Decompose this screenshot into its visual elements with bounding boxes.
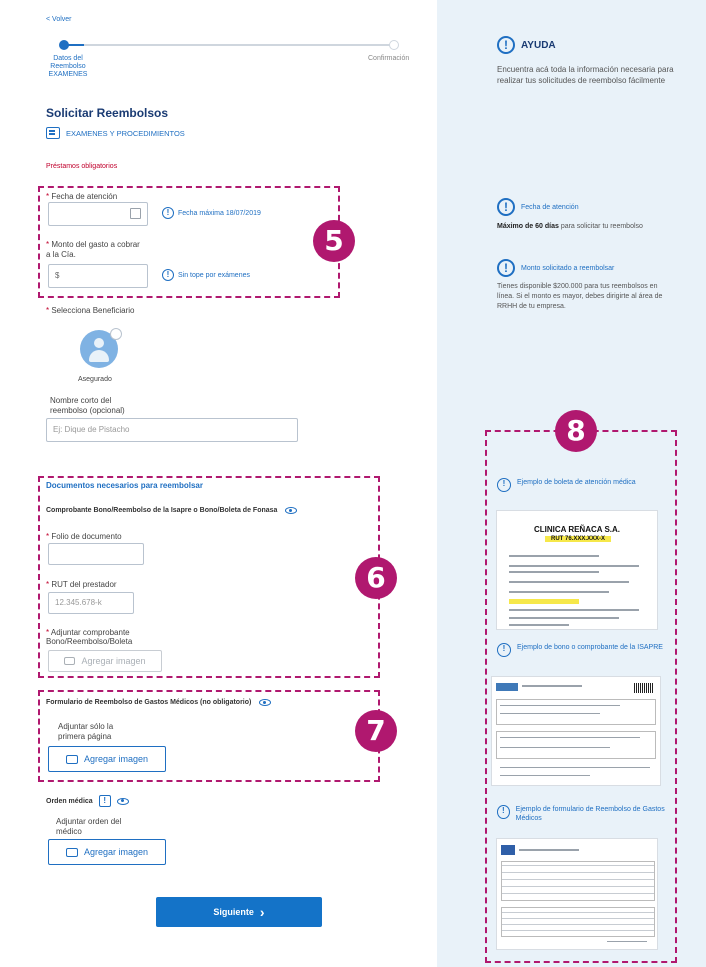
- help-fecha-title: Fecha de atención: [521, 203, 579, 211]
- orden-attach-label: Adjuntar orden del médico: [56, 817, 122, 836]
- stepper-line: [64, 44, 394, 46]
- help-icon: !: [497, 36, 515, 54]
- annotation-box-8: [485, 430, 677, 963]
- help-monto-title: Monto solicitado a reembolsar: [521, 264, 615, 272]
- eye-icon[interactable]: [116, 797, 129, 805]
- help-monto-header: ! Monto solicitado a reembolsar: [497, 259, 614, 277]
- help-fecha-text: Máximo de 60 días para solicitar tu reem…: [497, 223, 643, 230]
- help-header: ! AYUDA: [497, 36, 556, 54]
- step2-dot[interactable]: [389, 40, 399, 50]
- step1-dot[interactable]: [59, 40, 69, 50]
- help-title: AYUDA: [521, 39, 556, 51]
- check-icon: [110, 328, 122, 340]
- help-intro: Encuentra acá toda la información necesa…: [497, 65, 674, 85]
- page-title: Solicitar Reembolsos: [46, 106, 169, 120]
- back-link[interactable]: < Volver: [46, 16, 72, 23]
- camera-icon: [65, 847, 78, 857]
- required-note: Préstamos obligatorios: [46, 163, 118, 170]
- category-row: EXAMENES Y PROCEDIMIENTOS: [46, 127, 185, 139]
- exam-icon: [46, 127, 60, 139]
- person-icon: [94, 338, 104, 348]
- orden-row: Orden médica !: [46, 795, 129, 807]
- annotation-badge-7: 7: [355, 710, 397, 752]
- nombre-corto-input[interactable]: Ej: Dique de Pistacho: [46, 418, 298, 442]
- annotation-box-7: [38, 690, 380, 782]
- info-icon: !: [497, 198, 515, 216]
- chevron-right-icon: ›: [259, 904, 265, 920]
- orden-add-image-button[interactable]: Agregar imagen: [48, 839, 166, 865]
- step2-label: Confirmación: [368, 55, 410, 62]
- annotation-badge-6: 6: [355, 557, 397, 599]
- info-icon[interactable]: !: [98, 795, 111, 807]
- annotation-box-6: [38, 476, 380, 678]
- beneficiario-avatar[interactable]: [80, 328, 122, 368]
- annotation-badge-5: 5: [313, 220, 355, 262]
- help-monto-text: Tienes disponible $200.000 para tus reem…: [497, 283, 663, 310]
- annotation-badge-8: 8: [555, 410, 597, 452]
- category-label: EXAMENES Y PROCEDIMIENTOS: [66, 128, 185, 138]
- annotation-box-5: [38, 186, 340, 298]
- next-button[interactable]: Siguiente ›: [156, 897, 322, 927]
- beneficiario-name: Asegurado: [78, 376, 112, 383]
- info-icon: !: [497, 259, 515, 277]
- orden-title: Orden médica: [46, 797, 93, 805]
- nombre-corto-label: Nombre corto del reembolso (opcional): [50, 396, 125, 415]
- help-fecha-header: ! Fecha de atención: [497, 198, 579, 216]
- stepper: Datos del Reembolso EXAMENES Confirmació…: [46, 38, 436, 98]
- step1-label: Datos del Reembolso EXAMENES: [48, 55, 88, 78]
- beneficiario-label: * Selecciona Beneficiario: [46, 306, 135, 315]
